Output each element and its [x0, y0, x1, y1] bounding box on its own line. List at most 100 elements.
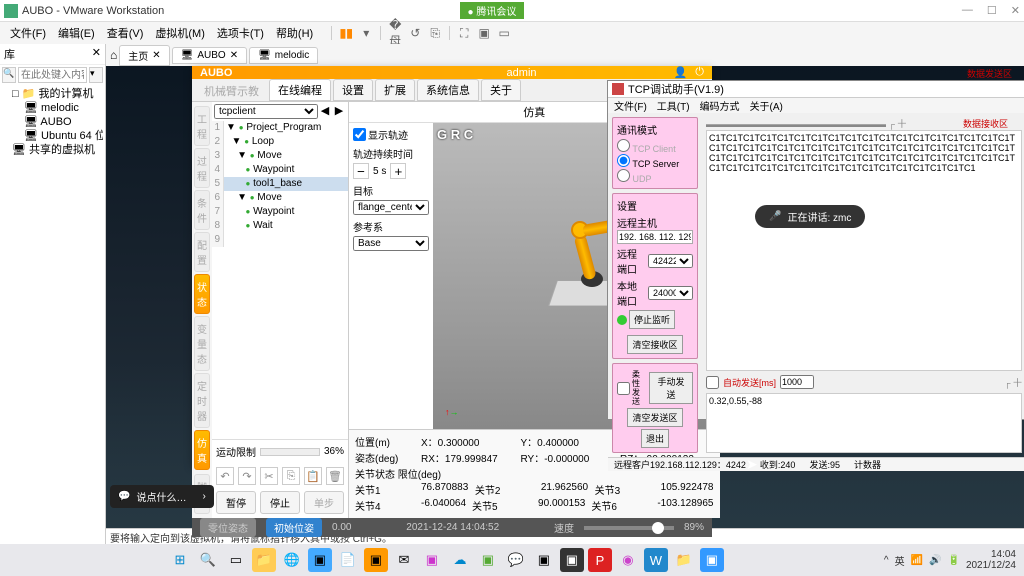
- lbtn-process[interactable]: 过程: [194, 148, 210, 188]
- mode-client-radio[interactable]: [617, 139, 630, 152]
- aubo-tab-sysinfo[interactable]: 系统信息: [417, 79, 479, 101]
- tb-app8-icon[interactable]: 💬: [504, 548, 528, 572]
- close-panel-icon[interactable]: ✕: [92, 46, 101, 62]
- pause-icon[interactable]: ▮▮: [338, 25, 354, 41]
- lbtn-timer[interactable]: 定时器: [194, 373, 210, 428]
- copy-icon[interactable]: ⎘: [282, 467, 300, 485]
- mode-udp-radio[interactable]: [617, 169, 630, 182]
- start-icon[interactable]: ⊞: [168, 548, 192, 572]
- home-tab-icon[interactable]: ⌂: [110, 48, 117, 62]
- menu-view[interactable]: 查看(V): [103, 23, 148, 43]
- close-icon[interactable]: ✕: [1011, 4, 1020, 17]
- auto-send-checkbox[interactable]: [706, 376, 719, 389]
- tb-app4-icon[interactable]: ✉: [392, 548, 416, 572]
- tb-taskview-icon[interactable]: ▭: [224, 548, 248, 572]
- meeting-badge[interactable]: ● 腾讯会议: [460, 2, 525, 19]
- next-icon[interactable]: ▶: [332, 104, 346, 119]
- prev-icon[interactable]: ◀: [318, 104, 332, 119]
- tree-root[interactable]: □ 📁 我的计算机: [2, 87, 103, 101]
- menu-file[interactable]: 文件(F): [6, 23, 50, 43]
- recv-textarea[interactable]: C1TC1TC1TC1TC1TC1TC1TC1TC1TC1TC1TC1TC1TC…: [706, 130, 1022, 371]
- program-tree[interactable]: 1▼ ● Project_Program 2 ▼ ● Loop 3 ▼ ● Mo…: [212, 121, 348, 439]
- lbtn-project[interactable]: 工程: [194, 106, 210, 146]
- tb-search-icon[interactable]: 🔍: [196, 548, 220, 572]
- time-plus-button[interactable]: +: [390, 163, 406, 179]
- fullscreen-icon[interactable]: ⛶: [456, 25, 472, 41]
- show-track-checkbox[interactable]: [353, 128, 366, 141]
- tree-shared[interactable]: 🖥 共享的虚拟机: [2, 143, 103, 157]
- mode-server-radio[interactable]: [617, 154, 630, 167]
- tree-melodic[interactable]: 🖥 melodic: [2, 101, 103, 115]
- pause-button[interactable]: 暂停: [216, 491, 256, 514]
- ref-select[interactable]: Base: [353, 236, 429, 251]
- power-icon[interactable]: ⏻: [695, 66, 704, 79]
- init-pose-button[interactable]: 初始位姿: [266, 518, 322, 537]
- lbtn-cond[interactable]: 条件: [194, 190, 210, 230]
- search-dropdown-icon[interactable]: ▾: [89, 67, 103, 83]
- lbtn-config[interactable]: 配置: [194, 232, 210, 272]
- tray-chevron-icon[interactable]: ^: [884, 555, 889, 566]
- local-port-select[interactable]: 24000: [648, 286, 693, 300]
- tb-app11-icon[interactable]: ◉: [616, 548, 640, 572]
- user-icon[interactable]: 👤: [674, 66, 688, 79]
- tb-meeting-icon[interactable]: ▣: [700, 548, 724, 572]
- unity-icon[interactable]: ▣: [476, 25, 492, 41]
- aubo-tab-settings[interactable]: 设置: [333, 79, 373, 101]
- console-icon[interactable]: ▭: [496, 25, 512, 41]
- paste-icon[interactable]: 📋: [304, 467, 322, 485]
- menu-tab[interactable]: 选项卡(T): [213, 23, 268, 43]
- tcp-menu-encoding[interactable]: 编码方式: [700, 98, 740, 113]
- lbtn-var[interactable]: 变量态: [194, 316, 210, 371]
- tcp-select[interactable]: tcpclient: [214, 104, 318, 119]
- aubo-tab-about[interactable]: 关于: [481, 79, 521, 101]
- tb-word-icon[interactable]: W: [644, 548, 668, 572]
- tb-app2-icon[interactable]: 📄: [336, 548, 360, 572]
- speed-slider[interactable]: [584, 526, 674, 530]
- dropdown-icon[interactable]: ▾: [358, 25, 374, 41]
- auto-send-interval[interactable]: [780, 375, 814, 389]
- tb-app9-icon[interactable]: ▣: [532, 548, 556, 572]
- tray-wifi-icon[interactable]: 📶: [911, 555, 923, 566]
- tray-time[interactable]: 14:04: [966, 549, 1016, 560]
- tray-date[interactable]: 2021/12/24: [966, 560, 1016, 571]
- cut-icon[interactable]: ✂: [260, 467, 278, 485]
- clear-send-button[interactable]: 清空发送区: [627, 408, 682, 427]
- tb-app6-icon[interactable]: ☁: [448, 548, 472, 572]
- menu-edit[interactable]: 编辑(E): [54, 23, 99, 43]
- undo-icon[interactable]: ↶: [216, 467, 234, 485]
- target-select[interactable]: flange_center: [353, 200, 429, 215]
- remote-host-input[interactable]: [617, 230, 693, 244]
- tray-volume-icon[interactable]: 🔊: [929, 555, 941, 566]
- tree-aubo[interactable]: 🖥 AUBO: [2, 115, 103, 129]
- tb-terminal-icon[interactable]: ▣: [560, 548, 584, 572]
- tcp-menu-tool[interactable]: 工具(T): [657, 98, 690, 113]
- tb-app7-icon[interactable]: ▣: [476, 548, 500, 572]
- exit-button[interactable]: 退出: [641, 429, 669, 448]
- revert-icon[interactable]: ↺: [407, 25, 423, 41]
- soft-send-checkbox[interactable]: [617, 382, 630, 395]
- chat-input-bubble[interactable]: 💬 说点什么… ›: [110, 485, 214, 508]
- search-icon[interactable]: 🔍: [2, 67, 16, 83]
- step-button[interactable]: 单步: [304, 491, 344, 514]
- tb-explorer-icon[interactable]: 📁: [252, 548, 276, 572]
- lbtn-status[interactable]: 状态: [194, 274, 210, 314]
- tb-app3-icon[interactable]: ▣: [364, 548, 388, 572]
- tab-melodic[interactable]: 🖥 melodic: [249, 47, 318, 64]
- tb-app10-icon[interactable]: P: [588, 548, 612, 572]
- tcp-menu-file[interactable]: 文件(F): [614, 98, 647, 113]
- tab-home[interactable]: 主页 ✕: [119, 45, 169, 66]
- snapshot-icon[interactable]: �母: [387, 25, 403, 41]
- delete-icon[interactable]: 🗑: [326, 467, 344, 485]
- library-search[interactable]: [18, 67, 87, 83]
- tab-aubo[interactable]: 🖥 AUBO ✕: [172, 47, 247, 64]
- tb-app12-icon[interactable]: 📁: [672, 548, 696, 572]
- tree-ubuntu[interactable]: 🖥 Ubuntu 64 位 16: [2, 129, 103, 143]
- tb-app1-icon[interactable]: ▣: [308, 548, 332, 572]
- manage-icon[interactable]: ⎘: [427, 25, 443, 41]
- tray-battery-icon[interactable]: 🔋: [947, 555, 959, 566]
- redo-icon[interactable]: ↷: [238, 467, 256, 485]
- aubo-tab-online[interactable]: 在线编程: [269, 79, 331, 101]
- remote-port-select[interactable]: 42422: [648, 254, 693, 268]
- aubo-tab-teach[interactable]: 机械臂示教: [196, 81, 267, 101]
- minimize-icon[interactable]: —: [962, 4, 973, 17]
